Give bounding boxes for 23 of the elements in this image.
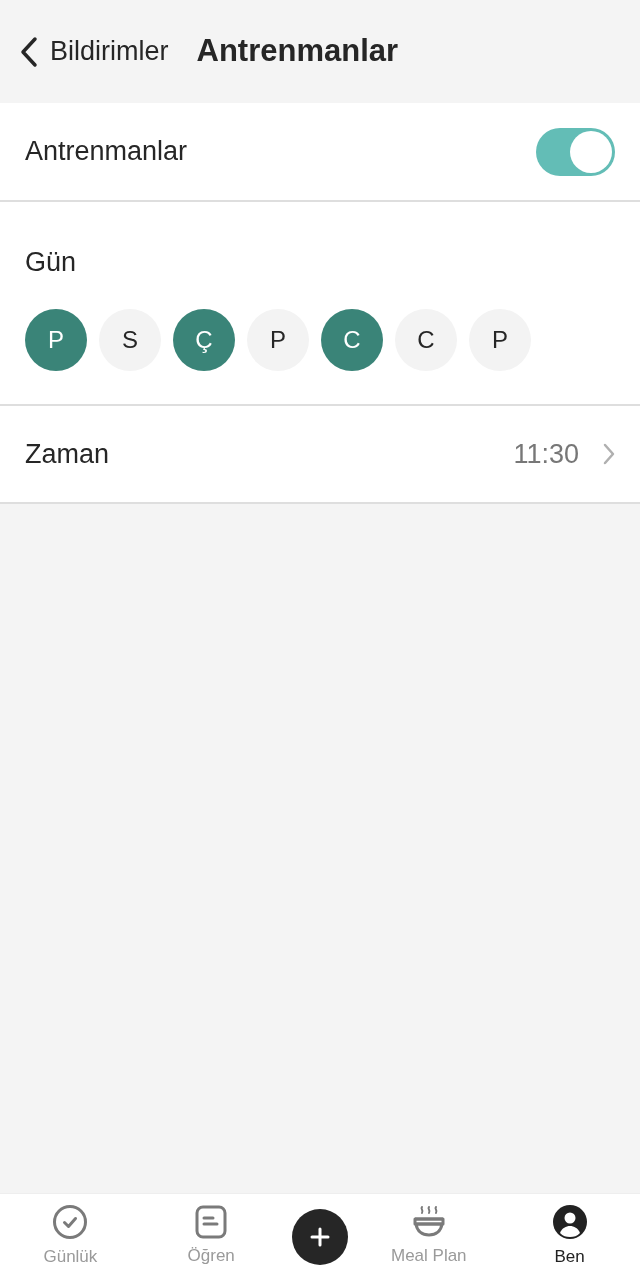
time-row[interactable]: Zaman 11:30 xyxy=(0,406,640,504)
time-value: 11:30 xyxy=(513,437,579,471)
chevron-right-icon xyxy=(603,443,615,465)
person-circle-icon xyxy=(551,1204,588,1241)
time-label: Zaman xyxy=(25,437,110,471)
toggle-label: Antrenmanlar xyxy=(25,135,188,169)
check-circle-icon xyxy=(52,1204,89,1241)
day-toggle[interactable]: Ç xyxy=(173,308,235,371)
day-toggle[interactable]: C xyxy=(321,308,383,371)
day-toggle[interactable]: C xyxy=(395,308,457,371)
back-button[interactable]: Bildirimler xyxy=(20,31,169,72)
day-toggle[interactable]: P xyxy=(25,308,87,371)
toggle-switch[interactable] xyxy=(536,127,615,176)
day-toggle[interactable]: P xyxy=(469,308,531,371)
add-button[interactable] xyxy=(292,1209,348,1265)
days-label: Gün xyxy=(25,246,78,279)
plus-icon xyxy=(310,1227,330,1247)
page-title: Antrenmanlar xyxy=(196,32,399,71)
back-chevron-icon xyxy=(20,35,38,68)
day-toggle[interactable]: S xyxy=(99,308,161,371)
note-icon xyxy=(195,1205,228,1240)
day-toggle[interactable]: P xyxy=(247,308,309,371)
tab-bar-item[interactable]: Ben xyxy=(509,1204,630,1270)
